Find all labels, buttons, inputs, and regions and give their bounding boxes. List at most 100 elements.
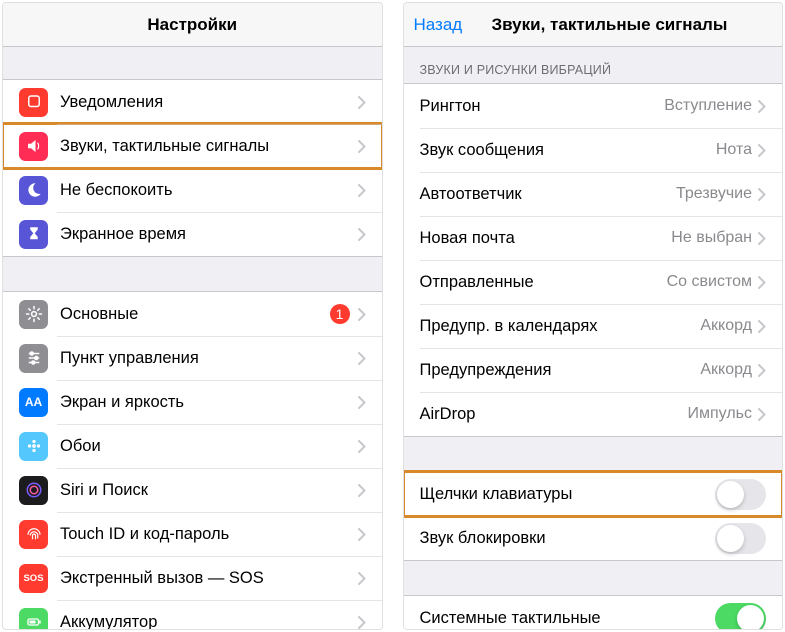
sounds-list[interactable]: ЗВУКИ И РИСУНКИ ВИБРАЦИЙ РингтонВступлен… — [404, 47, 783, 629]
chevron-right-icon — [758, 320, 766, 333]
settings-row-touchid[interactable]: Touch ID и код-пароль — [3, 512, 382, 556]
speaker-icon — [19, 132, 48, 161]
chevron-right-icon — [358, 440, 366, 453]
sliders-icon — [19, 344, 48, 373]
chevron-right-icon — [358, 352, 366, 365]
settings-root: Настройки Уведомления Звуки, тактильные с… — [2, 2, 383, 630]
row-label: Системные тактильные — [420, 609, 716, 628]
row-label: Экран и яркость — [60, 393, 358, 412]
row-value: Трезвучие — [676, 185, 752, 203]
chevron-right-icon — [758, 408, 766, 421]
badge: 1 — [330, 304, 350, 324]
row-value: Импульс — [688, 405, 752, 423]
row-value: Аккорд — [700, 361, 752, 379]
row-label: Обои — [60, 437, 358, 456]
navbar-sounds: Назад Звуки, тактильные сигналы — [404, 3, 783, 47]
row-label: Звуки, тактильные сигналы — [60, 137, 358, 156]
settings-row-controlcenter[interactable]: Пункт управления — [3, 336, 382, 380]
navbar-settings: Настройки — [3, 3, 382, 47]
row-value: Нота — [716, 141, 752, 159]
sound-row-airdrop[interactable]: AirDropИмпульс — [404, 392, 783, 436]
toggle-keyboard_clicks[interactable] — [715, 479, 766, 510]
chevron-right-icon — [358, 96, 366, 109]
row-label: Уведомления — [60, 93, 358, 112]
chevron-right-icon — [358, 140, 366, 153]
back-label: Назад — [414, 15, 463, 35]
sounds-root: Назад Звуки, тактильные сигналы ЗВУКИ И … — [403, 2, 784, 630]
chevron-right-icon — [358, 528, 366, 541]
chevron-right-icon — [358, 396, 366, 409]
toggle-lock_sound[interactable] — [715, 523, 766, 554]
switch-row-system-haptics: Системные тактильные — [404, 596, 783, 629]
settings-row-general[interactable]: Основные1 — [3, 292, 382, 336]
row-label: Siri и Поиск — [60, 481, 358, 500]
settings-list[interactable]: Уведомления Звуки, тактильные сигналы Не б… — [3, 47, 382, 629]
chevron-right-icon — [758, 100, 766, 113]
switch-row-keyboard_clicks: Щелчки клавиатуры — [404, 472, 783, 516]
bell-icon — [19, 88, 48, 117]
sos-icon: SOS — [19, 564, 48, 593]
chevron-right-icon — [358, 184, 366, 197]
row-label: Новая почта — [420, 229, 672, 248]
back-button[interactable]: Назад — [404, 3, 463, 46]
flower-icon — [19, 432, 48, 461]
page-title: Настройки — [3, 15, 382, 35]
chevron-right-icon — [758, 232, 766, 245]
row-label: Аккумулятор — [60, 613, 358, 630]
row-label: Рингтон — [420, 97, 665, 116]
row-label: Экстренный вызов — SOS — [60, 569, 358, 588]
settings-row-notifications[interactable]: Уведомления — [3, 80, 382, 124]
row-label: Автоответчик — [420, 185, 677, 204]
settings-row-screentime[interactable]: Экранное время — [3, 212, 382, 256]
settings-row-sos[interactable]: SOS Экстренный вызов — SOS — [3, 556, 382, 600]
sound-row-ringtone[interactable]: РингтонВступление — [404, 84, 783, 128]
row-value: Вступление — [664, 97, 752, 115]
sound-row-text[interactable]: Звук сообщенияНота — [404, 128, 783, 172]
row-label: Пункт управления — [60, 349, 358, 368]
sound-row-sentmail[interactable]: ОтправленныеСо свистом — [404, 260, 783, 304]
row-value: Аккорд — [700, 317, 752, 335]
chevron-right-icon — [758, 364, 766, 377]
hourglass-icon — [19, 220, 48, 249]
moon-icon — [19, 176, 48, 205]
section-header: ЗВУКИ И РИСУНКИ ВИБРАЦИЙ — [404, 47, 783, 83]
settings-row-display[interactable]: AA Экран и яркость — [3, 380, 382, 424]
settings-row-sounds[interactable]: Звуки, тактильные сигналы — [3, 124, 382, 168]
sound-row-voicemail[interactable]: АвтоответчикТрезвучие — [404, 172, 783, 216]
chevron-right-icon — [758, 276, 766, 289]
row-label: Звук блокировки — [420, 529, 716, 548]
siri-icon — [19, 476, 48, 505]
settings-row-siri[interactable]: Siri и Поиск — [3, 468, 382, 512]
toggle-system-haptics[interactable] — [715, 603, 766, 630]
row-label: Отправленные — [420, 273, 667, 292]
switch-row-lock_sound: Звук блокировки — [404, 516, 783, 560]
sound-row-calendar[interactable]: Предупр. в календаряхАккорд — [404, 304, 783, 348]
row-value: Со свистом — [667, 273, 752, 291]
row-label: Предупреждения — [420, 361, 701, 380]
row-label: Щелчки клавиатуры — [420, 485, 716, 504]
textsize-icon: AA — [19, 388, 48, 417]
sound-row-reminder[interactable]: ПредупрежденияАккорд — [404, 348, 783, 392]
battery-icon — [19, 608, 48, 630]
chevron-right-icon — [358, 484, 366, 497]
chevron-right-icon — [358, 308, 366, 321]
chevron-right-icon — [358, 616, 366, 629]
row-value: Не выбран — [671, 229, 752, 247]
chevron-right-icon — [758, 188, 766, 201]
chevron-right-icon — [358, 572, 366, 585]
gear-icon — [19, 300, 48, 329]
row-label: AirDrop — [420, 405, 688, 424]
row-label: Предупр. в календарях — [420, 317, 701, 336]
row-label: Звук сообщения — [420, 141, 716, 160]
row-label: Touch ID и код-пароль — [60, 525, 358, 544]
settings-row-wallpaper[interactable]: Обои — [3, 424, 382, 468]
chevron-right-icon — [758, 144, 766, 157]
sound-row-newmail[interactable]: Новая почтаНе выбран — [404, 216, 783, 260]
fingerprint-icon — [19, 520, 48, 549]
settings-row-dnd[interactable]: Не беспокоить — [3, 168, 382, 212]
row-label: Экранное время — [60, 225, 358, 244]
settings-row-battery[interactable]: Аккумулятор — [3, 600, 382, 629]
row-label: Основные — [60, 305, 330, 324]
row-label: Не беспокоить — [60, 181, 358, 200]
chevron-right-icon — [358, 228, 366, 241]
